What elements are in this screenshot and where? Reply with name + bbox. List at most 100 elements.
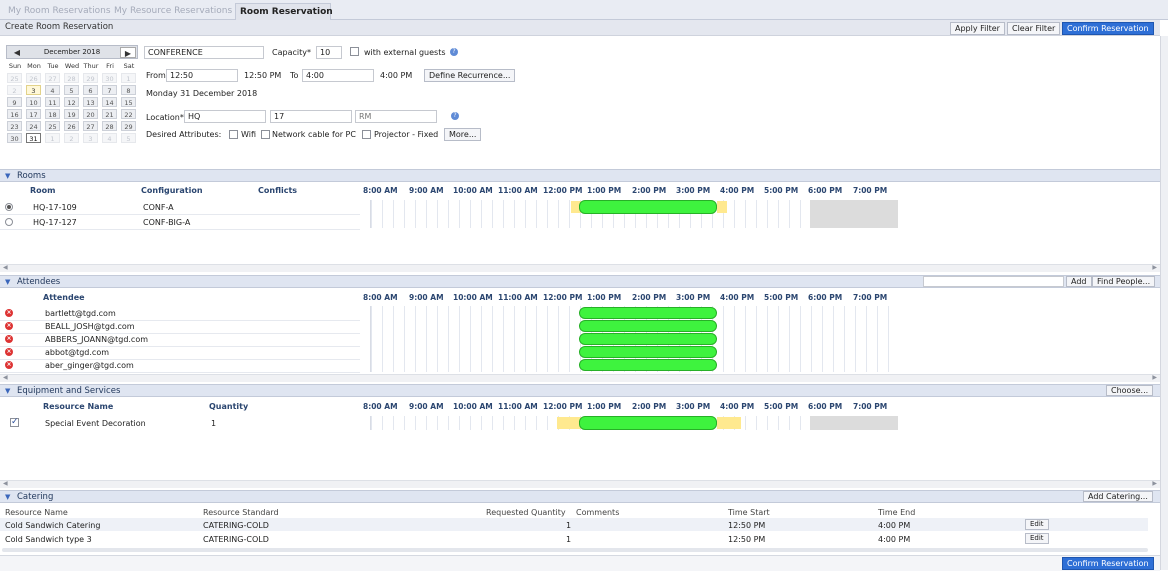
choose-equipment-button[interactable]: Choose... bbox=[1106, 385, 1154, 396]
calendar-day[interactable]: 16 bbox=[7, 109, 22, 119]
capacity-label: Capacity* bbox=[272, 48, 311, 57]
equipment-horizontal-scrollbar[interactable]: ◀ ▶ bbox=[0, 480, 1160, 488]
calendar-day[interactable]: 21 bbox=[102, 109, 117, 119]
to-time-input[interactable] bbox=[302, 69, 374, 82]
calendar-day[interactable]: 24 bbox=[26, 121, 41, 131]
calendar-day[interactable]: 7 bbox=[102, 85, 117, 95]
location-floor-input[interactable] bbox=[270, 110, 352, 123]
edit-catering-button[interactable]: Edit bbox=[1025, 533, 1049, 544]
network-cable-checkbox[interactable] bbox=[261, 130, 270, 139]
add-attendee-button[interactable]: Add bbox=[1066, 276, 1092, 287]
remove-attendee-icon[interactable]: × bbox=[5, 361, 13, 369]
calendar-day[interactable]: 15 bbox=[121, 97, 136, 107]
more-attributes-button[interactable]: More... bbox=[444, 128, 482, 141]
calendar-day[interactable]: 11 bbox=[45, 97, 60, 107]
weekday-label: Fri bbox=[106, 62, 114, 70]
calendar-day[interactable]: 4 bbox=[45, 85, 60, 95]
wifi-checkbox[interactable] bbox=[229, 130, 238, 139]
reservation-time-block[interactable] bbox=[579, 416, 717, 430]
calendar-day: 4 bbox=[102, 133, 117, 143]
calendar-day[interactable]: 17 bbox=[26, 109, 41, 119]
vertical-scrollbar[interactable] bbox=[1160, 36, 1168, 570]
calendar-day[interactable]: 8 bbox=[121, 85, 136, 95]
calendar-day[interactable]: 28 bbox=[102, 121, 117, 131]
calendar-day[interactable]: 23 bbox=[7, 121, 22, 131]
attendees-horizontal-scrollbar[interactable]: ◀ ▶ bbox=[0, 374, 1160, 382]
confirm-reservation-button[interactable]: Confirm Reservation bbox=[1062, 22, 1154, 35]
calendar-day[interactable]: 6 bbox=[83, 85, 98, 95]
hour-label: 4:00 PM bbox=[720, 186, 755, 195]
hour-label: 7:00 PM bbox=[853, 402, 888, 411]
attendee-search-input[interactable] bbox=[923, 276, 1064, 287]
calendar-day[interactable]: 3 bbox=[26, 85, 41, 95]
rooms-section-header[interactable]: ▼ Rooms bbox=[0, 169, 1160, 182]
remove-attendee-icon[interactable]: × bbox=[5, 322, 13, 330]
define-recurrence-button[interactable]: Define Recurrence... bbox=[424, 69, 516, 82]
external-guests-checkbox[interactable] bbox=[350, 47, 359, 56]
edit-catering-button[interactable]: Edit bbox=[1025, 519, 1049, 530]
collapse-triangle-icon[interactable]: ▼ bbox=[5, 387, 10, 395]
calendar-day[interactable]: 12 bbox=[64, 97, 79, 107]
from-time-input[interactable] bbox=[166, 69, 238, 82]
calendar-day[interactable]: 10 bbox=[26, 97, 41, 107]
calendar-day[interactable]: 25 bbox=[45, 121, 60, 131]
catering-section-header[interactable]: ▼ Catering Add Catering... bbox=[0, 490, 1160, 503]
calendar-day[interactable]: 5 bbox=[64, 85, 79, 95]
calendar-day[interactable]: 14 bbox=[102, 97, 117, 107]
calendar-day[interactable]: 18 bbox=[45, 109, 60, 119]
reservation-name-input[interactable] bbox=[144, 46, 264, 59]
room-radio-2[interactable] bbox=[5, 218, 13, 226]
row-divider bbox=[0, 346, 360, 347]
next-month-icon[interactable]: ▶ bbox=[120, 47, 136, 58]
projector-checkbox[interactable] bbox=[362, 130, 371, 139]
collapse-triangle-icon[interactable]: ▼ bbox=[5, 172, 10, 180]
collapse-triangle-icon[interactable]: ▼ bbox=[5, 493, 10, 501]
calendar-day[interactable]: 19 bbox=[64, 109, 79, 119]
location-site-input[interactable] bbox=[184, 110, 266, 123]
rooms-horizontal-scrollbar[interactable]: ◀ ▶ bbox=[0, 264, 1160, 272]
calendar-day[interactable]: 29 bbox=[121, 121, 136, 131]
room-column-header: Room bbox=[30, 186, 56, 195]
catering-horizontal-scrollbar[interactable] bbox=[2, 548, 1148, 552]
equipment-section-header[interactable]: ▼ Equipment and Services Choose... bbox=[0, 384, 1160, 397]
calendar-day[interactable]: 20 bbox=[83, 109, 98, 119]
catering-time-end-header: Time End bbox=[878, 508, 916, 517]
confirm-reservation-button-bottom[interactable]: Confirm Reservation bbox=[1062, 557, 1154, 570]
room-radio-1[interactable] bbox=[5, 203, 13, 211]
calendar-day[interactable]: 13 bbox=[83, 97, 98, 107]
attendee-availability-bar bbox=[579, 320, 717, 332]
calendar-day[interactable]: 31 bbox=[26, 133, 41, 143]
attendees-section-header[interactable]: ▼ Attendees Add Find People... bbox=[0, 275, 1160, 288]
calendar-day[interactable]: 22 bbox=[121, 109, 136, 119]
calendar-day[interactable]: 30 bbox=[7, 133, 22, 143]
attendee-column-header: Attendee bbox=[43, 293, 85, 302]
location-help-icon[interactable]: ? bbox=[451, 112, 459, 120]
tab-my-room-reservations[interactable]: My Room Reservations bbox=[4, 3, 115, 20]
tab-room-reservation[interactable]: Room Reservation bbox=[235, 3, 333, 20]
hour-label: 6:00 PM bbox=[808, 293, 843, 302]
capacity-input[interactable] bbox=[316, 46, 342, 59]
wifi-label: Wifi bbox=[241, 130, 256, 139]
location-room-input[interactable] bbox=[355, 110, 437, 123]
reservation-time-block[interactable] bbox=[579, 200, 717, 214]
help-icon[interactable]: ? bbox=[450, 48, 458, 56]
prev-month-icon[interactable]: ◀ bbox=[9, 47, 25, 58]
find-people-button[interactable]: Find People... bbox=[1092, 276, 1156, 287]
hour-label: 3:00 PM bbox=[676, 402, 711, 411]
calendar-day[interactable]: 27 bbox=[83, 121, 98, 131]
clear-filter-button[interactable]: Clear Filter bbox=[1007, 22, 1061, 35]
collapse-triangle-icon[interactable]: ▼ bbox=[5, 278, 10, 286]
calendar-day[interactable]: 26 bbox=[64, 121, 79, 131]
catering-time-end: 4:00 PM bbox=[878, 535, 911, 544]
remove-attendee-icon[interactable]: × bbox=[5, 309, 13, 317]
hour-label: 2:00 PM bbox=[632, 293, 667, 302]
equipment-select-checkbox[interactable] bbox=[10, 417, 19, 427]
remove-attendee-icon[interactable]: × bbox=[5, 335, 13, 343]
apply-filter-button[interactable]: Apply Filter bbox=[950, 22, 1005, 35]
location-label: Location* bbox=[146, 113, 184, 122]
to-label: To bbox=[290, 71, 299, 80]
tab-my-resource-reservations[interactable]: My Resource Reservations bbox=[110, 3, 236, 20]
calendar-day[interactable]: 9 bbox=[7, 97, 22, 107]
remove-attendee-icon[interactable]: × bbox=[5, 348, 13, 356]
add-catering-button[interactable]: Add Catering... bbox=[1083, 491, 1153, 502]
